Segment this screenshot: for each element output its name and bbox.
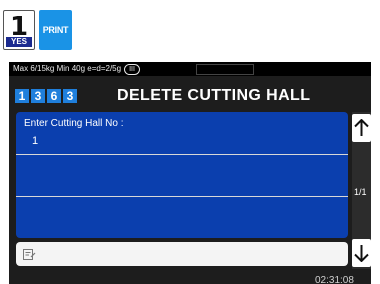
arrow-down-icon	[354, 245, 369, 262]
cutting-hall-label: Enter Cutting Hall No :	[24, 118, 124, 129]
menu-code-digit: 1	[15, 89, 29, 103]
menu-code-digit: 6	[47, 89, 61, 103]
row-divider	[16, 154, 348, 155]
print-key[interactable]: PRINT	[39, 10, 72, 50]
form-panel: Enter Cutting Hall No : 1	[16, 112, 348, 238]
status-indicator-slot	[196, 64, 254, 75]
menu-code-digit: 3	[63, 89, 77, 103]
cutting-hall-value[interactable]: 1	[32, 135, 38, 148]
scroll-up-button[interactable]	[352, 114, 371, 142]
page-title: DELETE CUTTING HALL	[117, 87, 311, 104]
keyboard-input-bar[interactable]	[16, 242, 348, 266]
menu-code-digit: 3	[31, 89, 45, 103]
edit-note-icon	[23, 249, 36, 260]
capacity-text: Max 6/15kg Min 40g e=d=2/5g	[13, 64, 122, 73]
yes-key-label: YES	[6, 37, 32, 47]
scroll-down-button[interactable]	[352, 239, 371, 267]
arrow-up-icon	[354, 119, 369, 136]
yes-key[interactable]: 1 YES	[3, 10, 35, 50]
row-divider	[16, 196, 348, 197]
status-text: Max 6/15kg Min 40g e=d=2/5g III	[13, 63, 140, 75]
status-bar: Max 6/15kg Min 40g e=d=2/5g III	[9, 62, 371, 76]
menu-code: 1 3 6 3	[15, 89, 77, 103]
hardware-key-strip: 1 YES PRINT	[0, 0, 380, 62]
accuracy-class-badge: III	[124, 64, 140, 75]
scale-screen: Max 6/15kg Min 40g e=d=2/5g III 1 3 6 3 D…	[9, 62, 371, 284]
clock: 02:31:08	[315, 275, 354, 284]
page-indicator: 1/1	[354, 187, 367, 197]
